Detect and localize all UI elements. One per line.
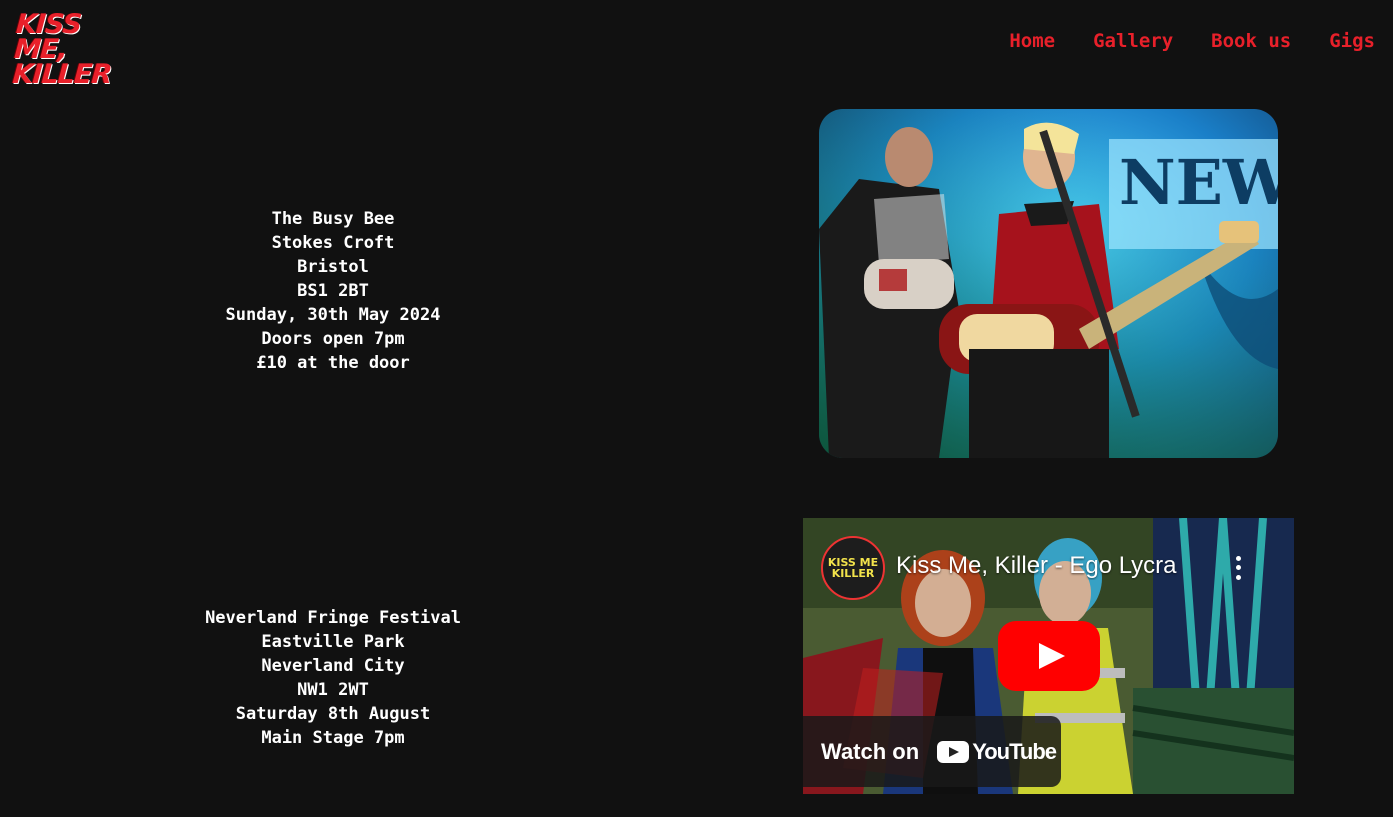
gig-date: Saturday 8th August	[235, 704, 431, 724]
gig-price: £10 at the door	[256, 353, 410, 373]
channel-avatar-text: KISS ME KILLER	[827, 556, 879, 580]
band-logo[interactable]: KISS ME, KILLER	[12, 9, 127, 90]
gig-details-1: The Busy Bee Stokes Croft Bristol BS1 2B…	[133, 207, 533, 375]
gig-venue: The Busy Bee	[271, 209, 395, 229]
youtube-embed[interactable]: KISS ME KILLER Kiss Me, Killer - Ego Lyc…	[803, 518, 1294, 794]
youtube-play-icon	[937, 740, 970, 763]
nav-home-link[interactable]: Home	[1009, 30, 1055, 52]
channel-avatar[interactable]: KISS ME KILLER	[821, 536, 885, 600]
gig-details-2: Neverland Fringe Festival Eastville Park…	[133, 606, 533, 750]
video-title[interactable]: Kiss Me, Killer - Ego Lycra	[896, 552, 1216, 580]
gig-area: Eastville Park	[261, 632, 405, 652]
backdrop-sign: NEW	[1119, 146, 1278, 219]
gig-city: Neverland City	[261, 656, 405, 676]
logo-line-2: KILLER	[11, 59, 113, 90]
gig-stage-time: Main Stage 7pm	[261, 728, 405, 748]
gig-postcode: NW1 2WT	[297, 680, 369, 700]
gig-date: Sunday, 30th May 2024	[225, 305, 441, 325]
gig-city: Bristol	[297, 257, 369, 277]
nav-book-us-link[interactable]: Book us	[1211, 30, 1291, 52]
watch-on-youtube-button[interactable]: Watch on YouTube	[803, 716, 1061, 787]
logo-line-1: KISS ME,	[13, 9, 83, 65]
gig-doors: Doors open 7pm	[261, 329, 405, 349]
youtube-logo: YouTube	[937, 738, 1057, 765]
youtube-wordmark: YouTube	[972, 738, 1057, 764]
gig-postcode: BS1 2BT	[297, 281, 369, 301]
nav-gallery-link[interactable]: Gallery	[1093, 30, 1173, 52]
more-options-icon[interactable]	[1228, 554, 1248, 582]
play-button[interactable]	[998, 621, 1100, 691]
gig-venue: Neverland Fringe Festival	[205, 608, 461, 628]
main-nav: Home Gallery Book us Gigs	[1009, 30, 1375, 52]
band-live-photo: NEW	[819, 109, 1278, 458]
gig-area: Stokes Croft	[271, 233, 395, 253]
nav-gigs-link[interactable]: Gigs	[1329, 30, 1375, 52]
watch-on-label: Watch on	[821, 738, 920, 764]
